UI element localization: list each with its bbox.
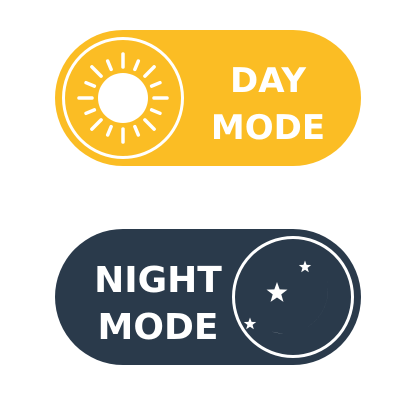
day-mode-label: DAY MODE (200, 64, 336, 145)
night-mode-label: NIGHT MODE (75, 263, 241, 346)
crescent-moon-icon (253, 260, 329, 334)
sun-ray (143, 65, 156, 78)
night-mode-label-line1: NIGHT (94, 260, 222, 301)
day-mode-label-line2: MODE (210, 108, 326, 148)
sun-ray (105, 59, 113, 72)
sun-ray (143, 118, 156, 131)
sun-ray (90, 65, 103, 78)
day-mode-label-line1: DAY (230, 61, 306, 101)
star-icon (243, 317, 257, 330)
night-mode-toggle[interactable]: NIGHT MODE (55, 229, 361, 365)
sun-ray (84, 108, 97, 116)
sun-ray (84, 80, 97, 88)
star-icon (298, 260, 312, 273)
day-mode-knob[interactable] (62, 37, 184, 159)
day-mode-toggle[interactable]: DAY MODE (55, 30, 361, 166)
sun-icon (77, 52, 169, 144)
sun-ray (105, 124, 113, 137)
sun-ray (133, 59, 141, 72)
sun-ray (149, 108, 162, 116)
sun-ray (133, 124, 141, 137)
sun-ray (90, 118, 103, 131)
sun-ray (149, 80, 162, 88)
moon-stars-icon (243, 260, 329, 334)
night-mode-knob[interactable] (232, 236, 354, 358)
night-mode-label-line2: MODE (97, 307, 219, 348)
star-icon (266, 282, 288, 302)
